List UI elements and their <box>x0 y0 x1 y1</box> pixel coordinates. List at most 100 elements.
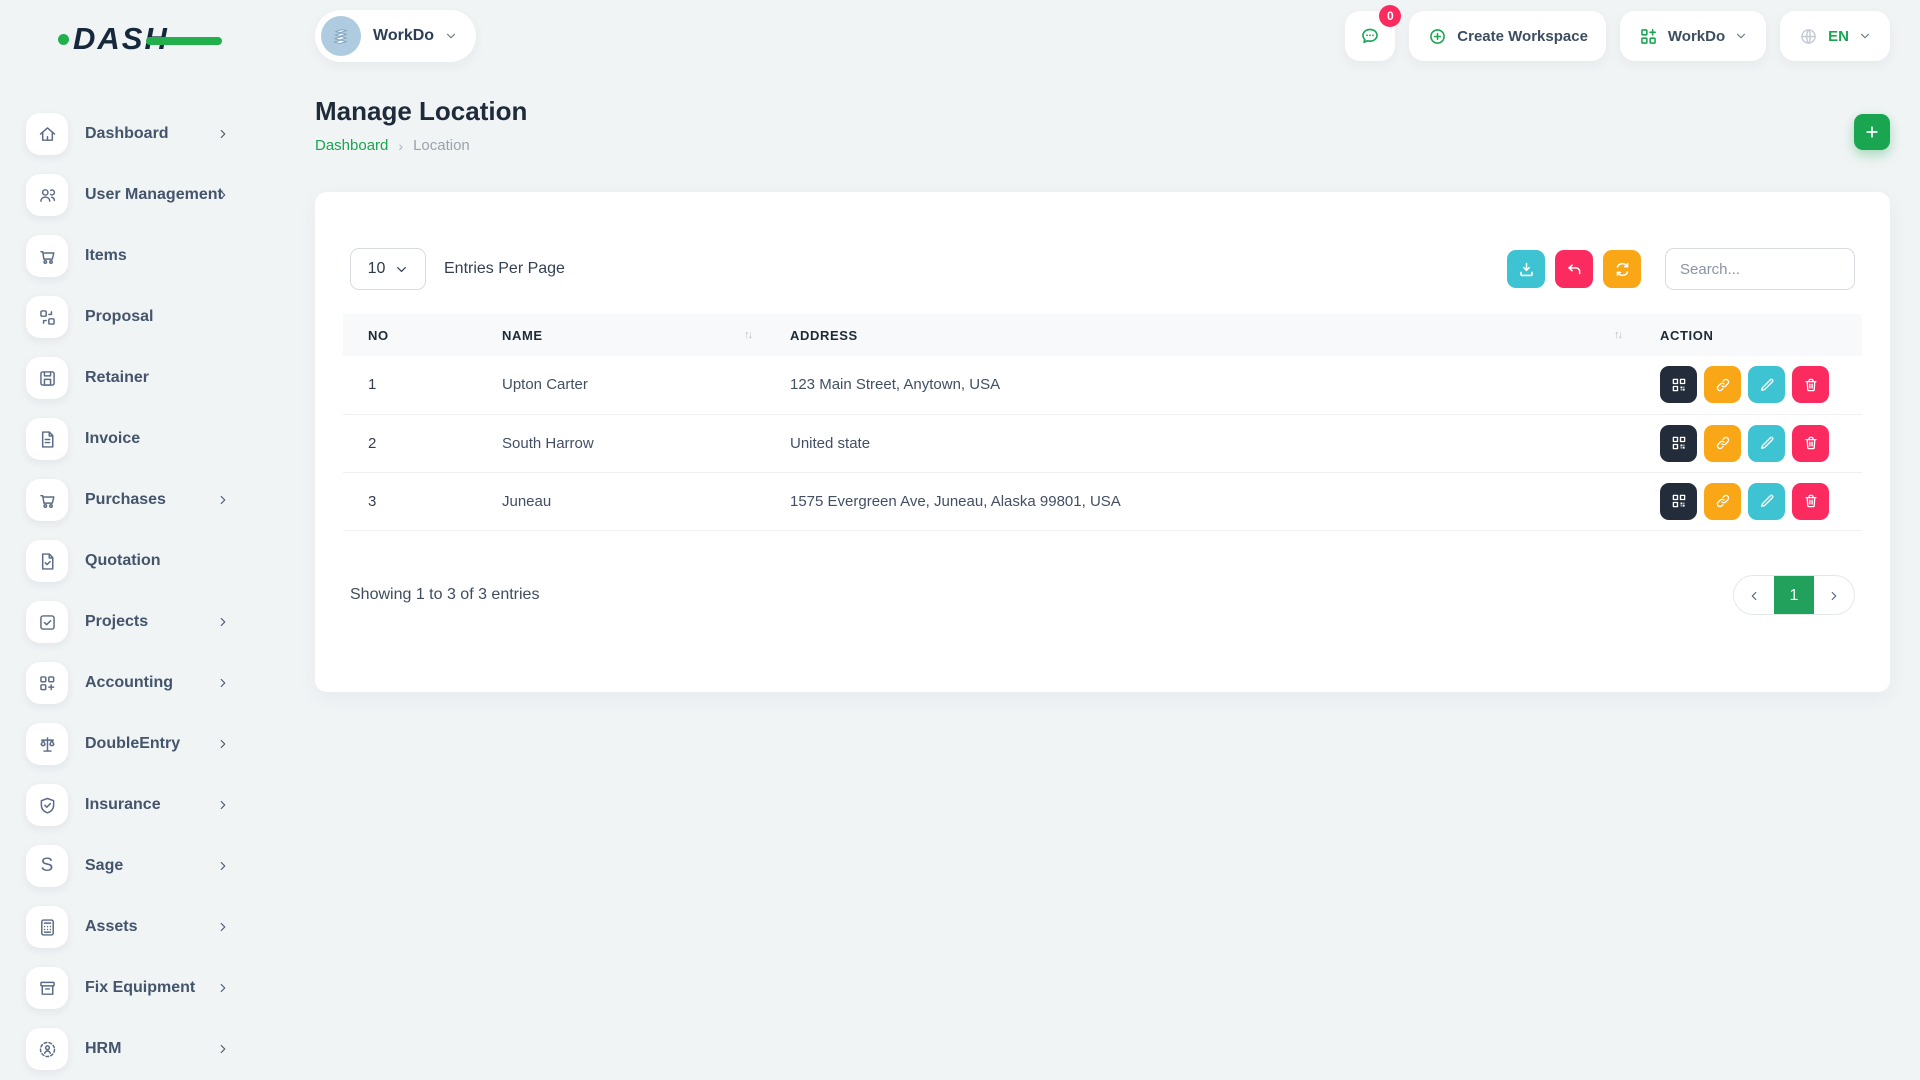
chevron-down-icon <box>1858 29 1872 43</box>
messages-badge: 0 <box>1379 5 1401 27</box>
chevron-right-icon <box>216 615 230 629</box>
search-input[interactable] <box>1665 248 1855 290</box>
sidebar-item-insurance[interactable]: Insurance <box>26 779 285 831</box>
pencil-icon <box>1758 492 1776 510</box>
table-row: 2 South Harrow United state <box>343 414 1862 472</box>
sidebar-item-user-management[interactable]: User Management <box>26 169 285 221</box>
sort-icon[interactable]: ↑↓ <box>1614 329 1625 341</box>
breadcrumb-current: Location <box>413 137 470 154</box>
workspace-dropdown[interactable]: WorkDo <box>1620 11 1766 61</box>
pagination-page-1[interactable]: 1 <box>1774 576 1814 615</box>
create-workspace-button[interactable]: Create Workspace <box>1409 11 1606 61</box>
workspace-selector[interactable]: WorkDo <box>315 10 476 62</box>
column-header-action: ACTION <box>1635 314 1862 356</box>
breadcrumb-dashboard-link[interactable]: Dashboard <box>315 137 388 154</box>
chevron-right-icon <box>216 188 230 202</box>
entries-per-page-select[interactable]: 10 <box>350 248 426 290</box>
sidebar-item-sage[interactable]: S Sage <box>26 840 285 892</box>
chevron-right-icon <box>216 1042 230 1056</box>
sidebar-item-dashboard[interactable]: Dashboard <box>26 108 285 160</box>
sidebar-item-purchases[interactable]: Purchases <box>26 474 285 526</box>
export-button[interactable] <box>1507 250 1545 288</box>
shield-check-icon <box>26 784 68 826</box>
edit-button[interactable] <box>1748 425 1785 462</box>
qr-button[interactable] <box>1660 366 1697 403</box>
trash-icon <box>1802 376 1820 394</box>
pagination-prev-button[interactable] <box>1734 576 1774 615</box>
cart-icon <box>26 479 68 521</box>
column-header-no: NO <box>343 314 477 356</box>
chevron-right-icon <box>216 981 230 995</box>
sidebar-item-fix-equipment[interactable]: Fix Equipment <box>26 962 285 1014</box>
grid-plus-icon <box>1638 26 1659 47</box>
users-icon <box>26 174 68 216</box>
sidebar-item-assets[interactable]: Assets <box>26 901 285 953</box>
copy-link-button[interactable] <box>1704 483 1741 520</box>
sidebar-item-projects[interactable]: Projects <box>26 596 285 648</box>
language-dropdown[interactable]: EN <box>1780 11 1890 61</box>
trash-icon <box>1802 492 1820 510</box>
refresh-button[interactable] <box>1603 250 1641 288</box>
archive-icon <box>26 967 68 1009</box>
sidebar-item-hrm[interactable]: HRM <box>26 1023 285 1075</box>
sidebar-item-invoice[interactable]: Invoice <box>26 413 285 465</box>
sidebar-item-proposal[interactable]: Proposal <box>26 291 285 343</box>
pencil-icon <box>1758 376 1776 394</box>
sidebar-item-quotation[interactable]: Quotation <box>26 535 285 587</box>
edit-button[interactable] <box>1748 483 1785 520</box>
pagination-next-button[interactable] <box>1814 576 1854 615</box>
sidebar-menu: Dashboard User Management Items Proposal… <box>26 108 285 1075</box>
link-icon <box>1714 434 1732 452</box>
swap-grid-icon <box>26 296 68 338</box>
link-icon <box>1714 492 1732 510</box>
table-toolbar: 10 Entries Per Page <box>343 248 1862 290</box>
delete-button[interactable] <box>1792 483 1829 520</box>
chevron-right-icon <box>216 493 230 507</box>
pagination: 1 <box>1733 575 1855 615</box>
link-icon <box>1714 376 1732 394</box>
chevron-right-icon <box>216 676 230 690</box>
chevron-down-icon <box>1734 29 1748 43</box>
cart-icon <box>26 235 68 277</box>
messages-button[interactable]: 0 <box>1345 11 1395 61</box>
sort-icon[interactable]: ↑↓ <box>744 329 755 341</box>
sidebar-item-items[interactable]: Items <box>26 230 285 282</box>
chevron-right-icon <box>216 127 230 141</box>
sidebar-item-doubleentry[interactable]: DoubleEntry <box>26 718 285 770</box>
page-head: Manage Location Dashboard › Location <box>315 96 1890 154</box>
qr-icon <box>1670 434 1688 452</box>
sidebar-item-accounting[interactable]: Accounting <box>26 657 285 709</box>
logo-dash <box>146 37 222 45</box>
chevron-down-icon <box>444 29 458 43</box>
undo-icon <box>1565 260 1584 279</box>
row-actions <box>1660 425 1852 462</box>
showing-entries-text: Showing 1 to 3 of 3 entries <box>350 586 539 604</box>
copy-link-button[interactable] <box>1704 425 1741 462</box>
chevron-left-icon <box>1747 589 1761 603</box>
breadcrumb-separator: › <box>398 138 403 154</box>
delete-button[interactable] <box>1792 366 1829 403</box>
delete-button[interactable] <box>1792 425 1829 462</box>
add-location-button[interactable] <box>1854 114 1890 150</box>
cell-address: 123 Main Street, Anytown, USA <box>765 356 1635 414</box>
entries-per-page-label: Entries Per Page <box>444 260 565 278</box>
edit-button[interactable] <box>1748 366 1785 403</box>
calculator-icon <box>26 906 68 948</box>
brand-logo: DASH <box>58 18 218 60</box>
qr-button[interactable] <box>1660 483 1697 520</box>
top-header: WorkDo 0 Create Workspace WorkDo EN <box>315 10 1890 64</box>
copy-link-button[interactable] <box>1704 366 1741 403</box>
floppy-icon <box>26 357 68 399</box>
location-table-card: 10 Entries Per Page NO <box>315 192 1890 692</box>
chevron-right-icon <box>216 737 230 751</box>
sidebar-item-retainer[interactable]: Retainer <box>26 352 285 404</box>
letter-s-icon: S <box>26 845 68 887</box>
cell-name: South Harrow <box>477 414 765 472</box>
reset-button[interactable] <box>1555 250 1593 288</box>
qr-button[interactable] <box>1660 425 1697 462</box>
refresh-icon <box>1613 260 1632 279</box>
breadcrumb: Dashboard › Location <box>315 137 1890 154</box>
globe-icon <box>1798 26 1819 47</box>
download-icon <box>1517 260 1536 279</box>
plus-icon <box>1863 123 1881 141</box>
